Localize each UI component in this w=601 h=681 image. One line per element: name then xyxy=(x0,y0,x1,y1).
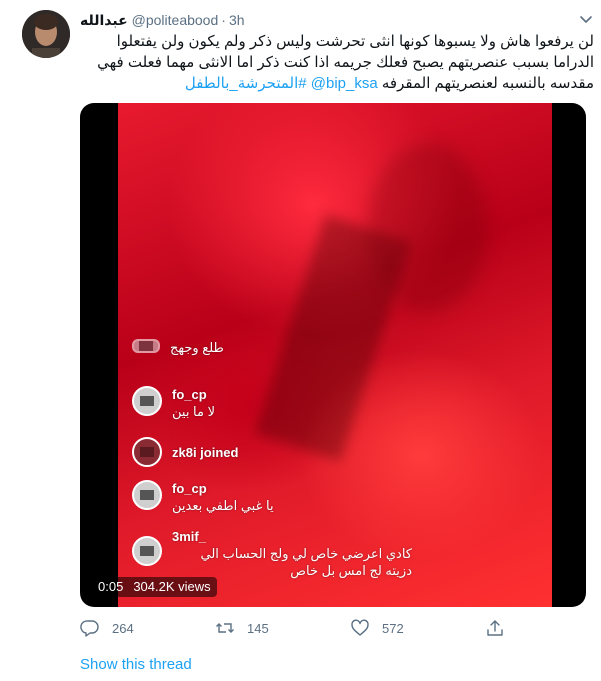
comment-message: لا ما بين xyxy=(172,404,215,419)
display-name[interactable]: عبدالله xyxy=(80,12,128,29)
live-comment: fo_cp لا ما بين xyxy=(132,386,215,420)
retweet-button[interactable]: 145 xyxy=(215,618,269,638)
show-thread-link[interactable]: Show this thread xyxy=(80,656,192,673)
comment-avatar xyxy=(132,480,162,510)
live-comment: 3mif_ كادي اعرضي خاص لي ولج الحساب الي د… xyxy=(132,528,412,579)
reply-icon xyxy=(80,620,99,637)
comment-avatar xyxy=(132,536,162,566)
tweet-text-plain: مقدسه بالنسبه لعنصريتهم المقرفه xyxy=(381,75,594,92)
like-button[interactable]: 572 xyxy=(350,618,404,638)
tweet-timestamp[interactable]: 3h xyxy=(229,12,245,28)
video-info-overlay: 0:05 304.2K views xyxy=(92,577,217,597)
tweet-text-line: مقدسه بالنسبه لعنصريتهم المقرفه @bip_ksa… xyxy=(80,73,594,94)
tweet-header: عبدالله @politeabood · 3h xyxy=(80,10,245,30)
video-views: 304.2K views xyxy=(133,579,211,594)
video-shadow xyxy=(368,143,488,313)
comment-username: zk8i joined xyxy=(172,445,239,460)
retweet-count: 145 xyxy=(247,620,269,636)
more-options-icon[interactable] xyxy=(577,10,595,28)
comment-avatar xyxy=(132,386,162,416)
tweet-text-line: الدراما بسبب عنصريتهم يصبح فعلك جريمه اذ… xyxy=(97,54,594,71)
separator-dot: · xyxy=(221,12,226,28)
live-comment: zk8i joined xyxy=(132,437,238,467)
heart-icon xyxy=(351,619,369,636)
video-player[interactable]: طلع وجهج fo_cp لا ما بين zk8i joined fo_… xyxy=(80,103,586,607)
retweet-icon xyxy=(216,623,234,633)
comment-message: طلع وجهج xyxy=(170,340,224,355)
comment-username: fo_cp xyxy=(172,481,207,496)
like-count: 572 xyxy=(382,620,404,636)
live-comment: طلع وجهج xyxy=(132,339,224,356)
tweet-card[interactable]: عبدالله @politeabood · 3h لن يرفعوا هاش … xyxy=(0,0,601,681)
comment-username: 3mif_ xyxy=(172,529,206,544)
tweet-text-line: لن يرفعوا هاش ولا يسبوها كونها انثى تحرش… xyxy=(116,33,594,50)
tweet-text: لن يرفعوا هاش ولا يسبوها كونها انثى تحرش… xyxy=(80,31,594,94)
comment-avatar xyxy=(132,437,162,467)
share-button[interactable] xyxy=(485,618,517,638)
reply-count: 264 xyxy=(112,620,134,636)
tweet-actions: 264 145 572 xyxy=(80,618,520,640)
user-handle[interactable]: @politeabood xyxy=(132,12,219,28)
comment-message: يا غبي اطفي بعدين xyxy=(172,498,274,513)
reply-button[interactable]: 264 xyxy=(80,618,134,638)
share-icon xyxy=(487,620,503,636)
user-avatar[interactable] xyxy=(22,10,70,58)
video-duration: 0:05 xyxy=(98,579,124,594)
comment-avatar xyxy=(132,339,160,353)
video-frame[interactable]: طلع وجهج fo_cp لا ما بين zk8i joined fo_… xyxy=(118,103,552,607)
live-comment: fo_cp يا غبي اطفي بعدين xyxy=(132,480,274,514)
comment-message: كادي اعرضي خاص لي ولج الحساب الي دزيته ل… xyxy=(200,546,412,578)
comment-username: fo_cp xyxy=(172,387,207,402)
avatar-image xyxy=(22,10,70,58)
mention-link[interactable]: @bip_ksa xyxy=(311,75,378,92)
hashtag-link[interactable]: #المتحرشة_بالطفل xyxy=(185,75,307,92)
